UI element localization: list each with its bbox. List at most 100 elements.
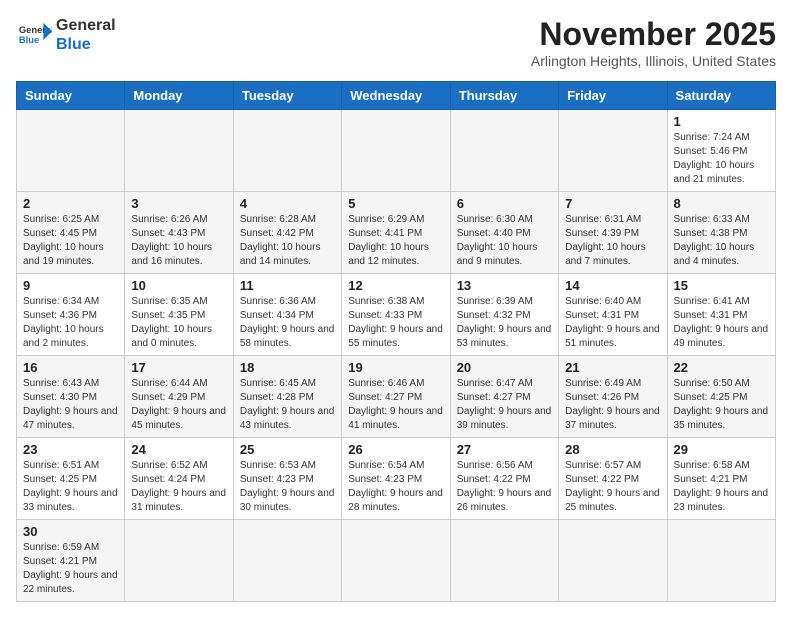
calendar-cell: [233, 520, 341, 602]
calendar-cell: [559, 110, 667, 192]
day-info: Sunrise: 6:52 AM Sunset: 4:24 PM Dayligh…: [131, 459, 226, 515]
day-number: 7: [565, 196, 660, 211]
day-number: 3: [131, 196, 226, 211]
day-info: Sunrise: 6:25 AM Sunset: 4:45 PM Dayligh…: [23, 213, 118, 269]
calendar-cell: 23 Sunrise: 6:51 AM Sunset: 4:25 PM Dayli…: [17, 438, 125, 520]
day-info: Sunrise: 7:24 AM Sunset: 5:46 PM Dayligh…: [674, 131, 769, 187]
day-number: 5: [348, 196, 443, 211]
weekday-header: Thursday: [450, 82, 558, 110]
day-number: 23: [23, 442, 118, 457]
day-number: 27: [457, 442, 552, 457]
calendar-cell: 18Sunrise: 6:45 AM Sunset: 4:28 PM Dayli…: [233, 356, 341, 438]
calendar-cell: [667, 520, 775, 602]
day-number: 6: [457, 196, 552, 211]
logo-general: General: [56, 16, 116, 35]
calendar-cell: [342, 520, 450, 602]
weekday-header: Tuesday: [233, 82, 341, 110]
calendar-cell: [450, 520, 558, 602]
day-number: 22: [674, 360, 769, 375]
calendar-cell: 30Sunrise: 6:59 AM Sunset: 4:21 PM Dayli…: [17, 520, 125, 602]
day-number: 4: [240, 196, 335, 211]
calendar-cell: [125, 110, 233, 192]
calendar-cell: [450, 110, 558, 192]
calendar-week-row: 16 Sunrise: 6:43 AM Sunset: 4:30 PM Dayli…: [17, 356, 776, 438]
day-number: 25: [240, 442, 335, 457]
day-number: 12: [348, 278, 443, 293]
logo-icon: General Blue: [16, 17, 52, 53]
calendar-cell: 28 Sunrise: 6:57 AM Sunset: 4:22 PM Dayli…: [559, 438, 667, 520]
calendar-week-row: 9 Sunrise: 6:34 AM Sunset: 4:36 PM Daylig…: [17, 274, 776, 356]
day-number: 9: [23, 278, 118, 293]
day-info: Sunrise: 6:39 AM Sunset: 4:32 PM Dayligh…: [457, 295, 552, 351]
day-info: Sunrise: 6:46 AM Sunset: 4:27 PM Dayligh…: [348, 377, 443, 433]
day-info: Sunrise: 6:36 AM Sunset: 4:34 PM Dayligh…: [240, 295, 335, 351]
day-info: Sunrise: 6:29 AM Sunset: 4:41 PM Dayligh…: [348, 213, 443, 269]
day-info: Sunrise: 6:58 AM Sunset: 4:21 PM Dayligh…: [674, 459, 769, 515]
day-number: 1: [674, 114, 769, 129]
calendar-cell: 4 Sunrise: 6:28 AM Sunset: 4:42 PM Daylig…: [233, 192, 341, 274]
day-info: Sunrise: 6:35 AM Sunset: 4:35 PM Dayligh…: [131, 295, 226, 351]
calendar-cell: 19 Sunrise: 6:46 AM Sunset: 4:27 PM Dayli…: [342, 356, 450, 438]
weekday-header: Sunday: [17, 82, 125, 110]
calendar-cell: 21Sunrise: 6:49 AM Sunset: 4:26 PM Dayli…: [559, 356, 667, 438]
calendar-cell: 25 Sunrise: 6:53 AM Sunset: 4:23 PM Dayli…: [233, 438, 341, 520]
weekday-header: Wednesday: [342, 82, 450, 110]
calendar-cell: 13 Sunrise: 6:39 AM Sunset: 4:32 PM Dayli…: [450, 274, 558, 356]
day-info: Sunrise: 6:34 AM Sunset: 4:36 PM Dayligh…: [23, 295, 118, 351]
calendar-week-row: 2Sunrise: 6:25 AM Sunset: 4:45 PM Daylig…: [17, 192, 776, 274]
day-info: Sunrise: 6:26 AM Sunset: 4:43 PM Dayligh…: [131, 213, 226, 269]
day-number: 15: [674, 278, 769, 293]
calendar-cell: 9 Sunrise: 6:34 AM Sunset: 4:36 PM Daylig…: [17, 274, 125, 356]
day-info: Sunrise: 6:28 AM Sunset: 4:42 PM Dayligh…: [240, 213, 335, 269]
day-info: Sunrise: 6:53 AM Sunset: 4:23 PM Dayligh…: [240, 459, 335, 515]
day-number: 19: [348, 360, 443, 375]
calendar-cell: 29Sunrise: 6:58 AM Sunset: 4:21 PM Dayli…: [667, 438, 775, 520]
day-info: Sunrise: 6:40 AM Sunset: 4:31 PM Dayligh…: [565, 295, 660, 351]
day-number: 13: [457, 278, 552, 293]
day-number: 8: [674, 196, 769, 211]
logo: General Blue General Blue: [16, 16, 116, 54]
day-info: Sunrise: 6:41 AM Sunset: 4:31 PM Dayligh…: [674, 295, 769, 351]
day-number: 26: [348, 442, 443, 457]
title-area: November 2025 Arlington Heights, Illinoi…: [531, 16, 776, 69]
day-info: Sunrise: 6:47 AM Sunset: 4:27 PM Dayligh…: [457, 377, 552, 433]
day-number: 17: [131, 360, 226, 375]
day-number: 14: [565, 278, 660, 293]
day-number: 20: [457, 360, 552, 375]
weekday-header: Friday: [559, 82, 667, 110]
calendar-cell: 11Sunrise: 6:36 AM Sunset: 4:34 PM Dayli…: [233, 274, 341, 356]
day-info: Sunrise: 6:50 AM Sunset: 4:25 PM Dayligh…: [674, 377, 769, 433]
day-number: 16: [23, 360, 118, 375]
day-info: Sunrise: 6:30 AM Sunset: 4:40 PM Dayligh…: [457, 213, 552, 269]
calendar-cell: 10Sunrise: 6:35 AM Sunset: 4:35 PM Dayli…: [125, 274, 233, 356]
day-number: 21: [565, 360, 660, 375]
day-info: Sunrise: 6:51 AM Sunset: 4:25 PM Dayligh…: [23, 459, 118, 515]
day-number: 28: [565, 442, 660, 457]
day-info: Sunrise: 6:44 AM Sunset: 4:29 PM Dayligh…: [131, 377, 226, 433]
calendar-cell: 15 Sunrise: 6:41 AM Sunset: 4:31 PM Dayli…: [667, 274, 775, 356]
calendar-cell: [233, 110, 341, 192]
calendar-cell: 12 Sunrise: 6:38 AM Sunset: 4:33 PM Dayli…: [342, 274, 450, 356]
day-info: Sunrise: 6:31 AM Sunset: 4:39 PM Dayligh…: [565, 213, 660, 269]
day-info: Sunrise: 6:43 AM Sunset: 4:30 PM Dayligh…: [23, 377, 118, 433]
calendar-cell: 20 Sunrise: 6:47 AM Sunset: 4:27 PM Dayli…: [450, 356, 558, 438]
calendar-week-row: 30Sunrise: 6:59 AM Sunset: 4:21 PM Dayli…: [17, 520, 776, 602]
calendar-week-row: 23 Sunrise: 6:51 AM Sunset: 4:25 PM Dayli…: [17, 438, 776, 520]
calendar-cell: 3 Sunrise: 6:26 AM Sunset: 4:43 PM Daylig…: [125, 192, 233, 274]
day-info: Sunrise: 6:59 AM Sunset: 4:21 PM Dayligh…: [23, 541, 118, 597]
calendar-header-row: SundayMondayTuesdayWednesdayThursdayFrid…: [17, 82, 776, 110]
weekday-header: Saturday: [667, 82, 775, 110]
day-number: 24: [131, 442, 226, 457]
weekday-header: Monday: [125, 82, 233, 110]
svg-text:Blue: Blue: [19, 35, 39, 45]
calendar: SundayMondayTuesdayWednesdayThursdayFrid…: [16, 81, 776, 602]
calendar-cell: 7 Sunrise: 6:31 AM Sunset: 4:39 PM Daylig…: [559, 192, 667, 274]
calendar-cell: 16 Sunrise: 6:43 AM Sunset: 4:30 PM Dayli…: [17, 356, 125, 438]
day-info: Sunrise: 6:45 AM Sunset: 4:28 PM Dayligh…: [240, 377, 335, 433]
day-info: Sunrise: 6:54 AM Sunset: 4:23 PM Dayligh…: [348, 459, 443, 515]
day-info: Sunrise: 6:38 AM Sunset: 4:33 PM Dayligh…: [348, 295, 443, 351]
calendar-cell: 26 Sunrise: 6:54 AM Sunset: 4:23 PM Dayli…: [342, 438, 450, 520]
calendar-cell: 24 Sunrise: 6:52 AM Sunset: 4:24 PM Dayli…: [125, 438, 233, 520]
day-info: Sunrise: 6:57 AM Sunset: 4:22 PM Dayligh…: [565, 459, 660, 515]
day-info: Sunrise: 6:56 AM Sunset: 4:22 PM Dayligh…: [457, 459, 552, 515]
